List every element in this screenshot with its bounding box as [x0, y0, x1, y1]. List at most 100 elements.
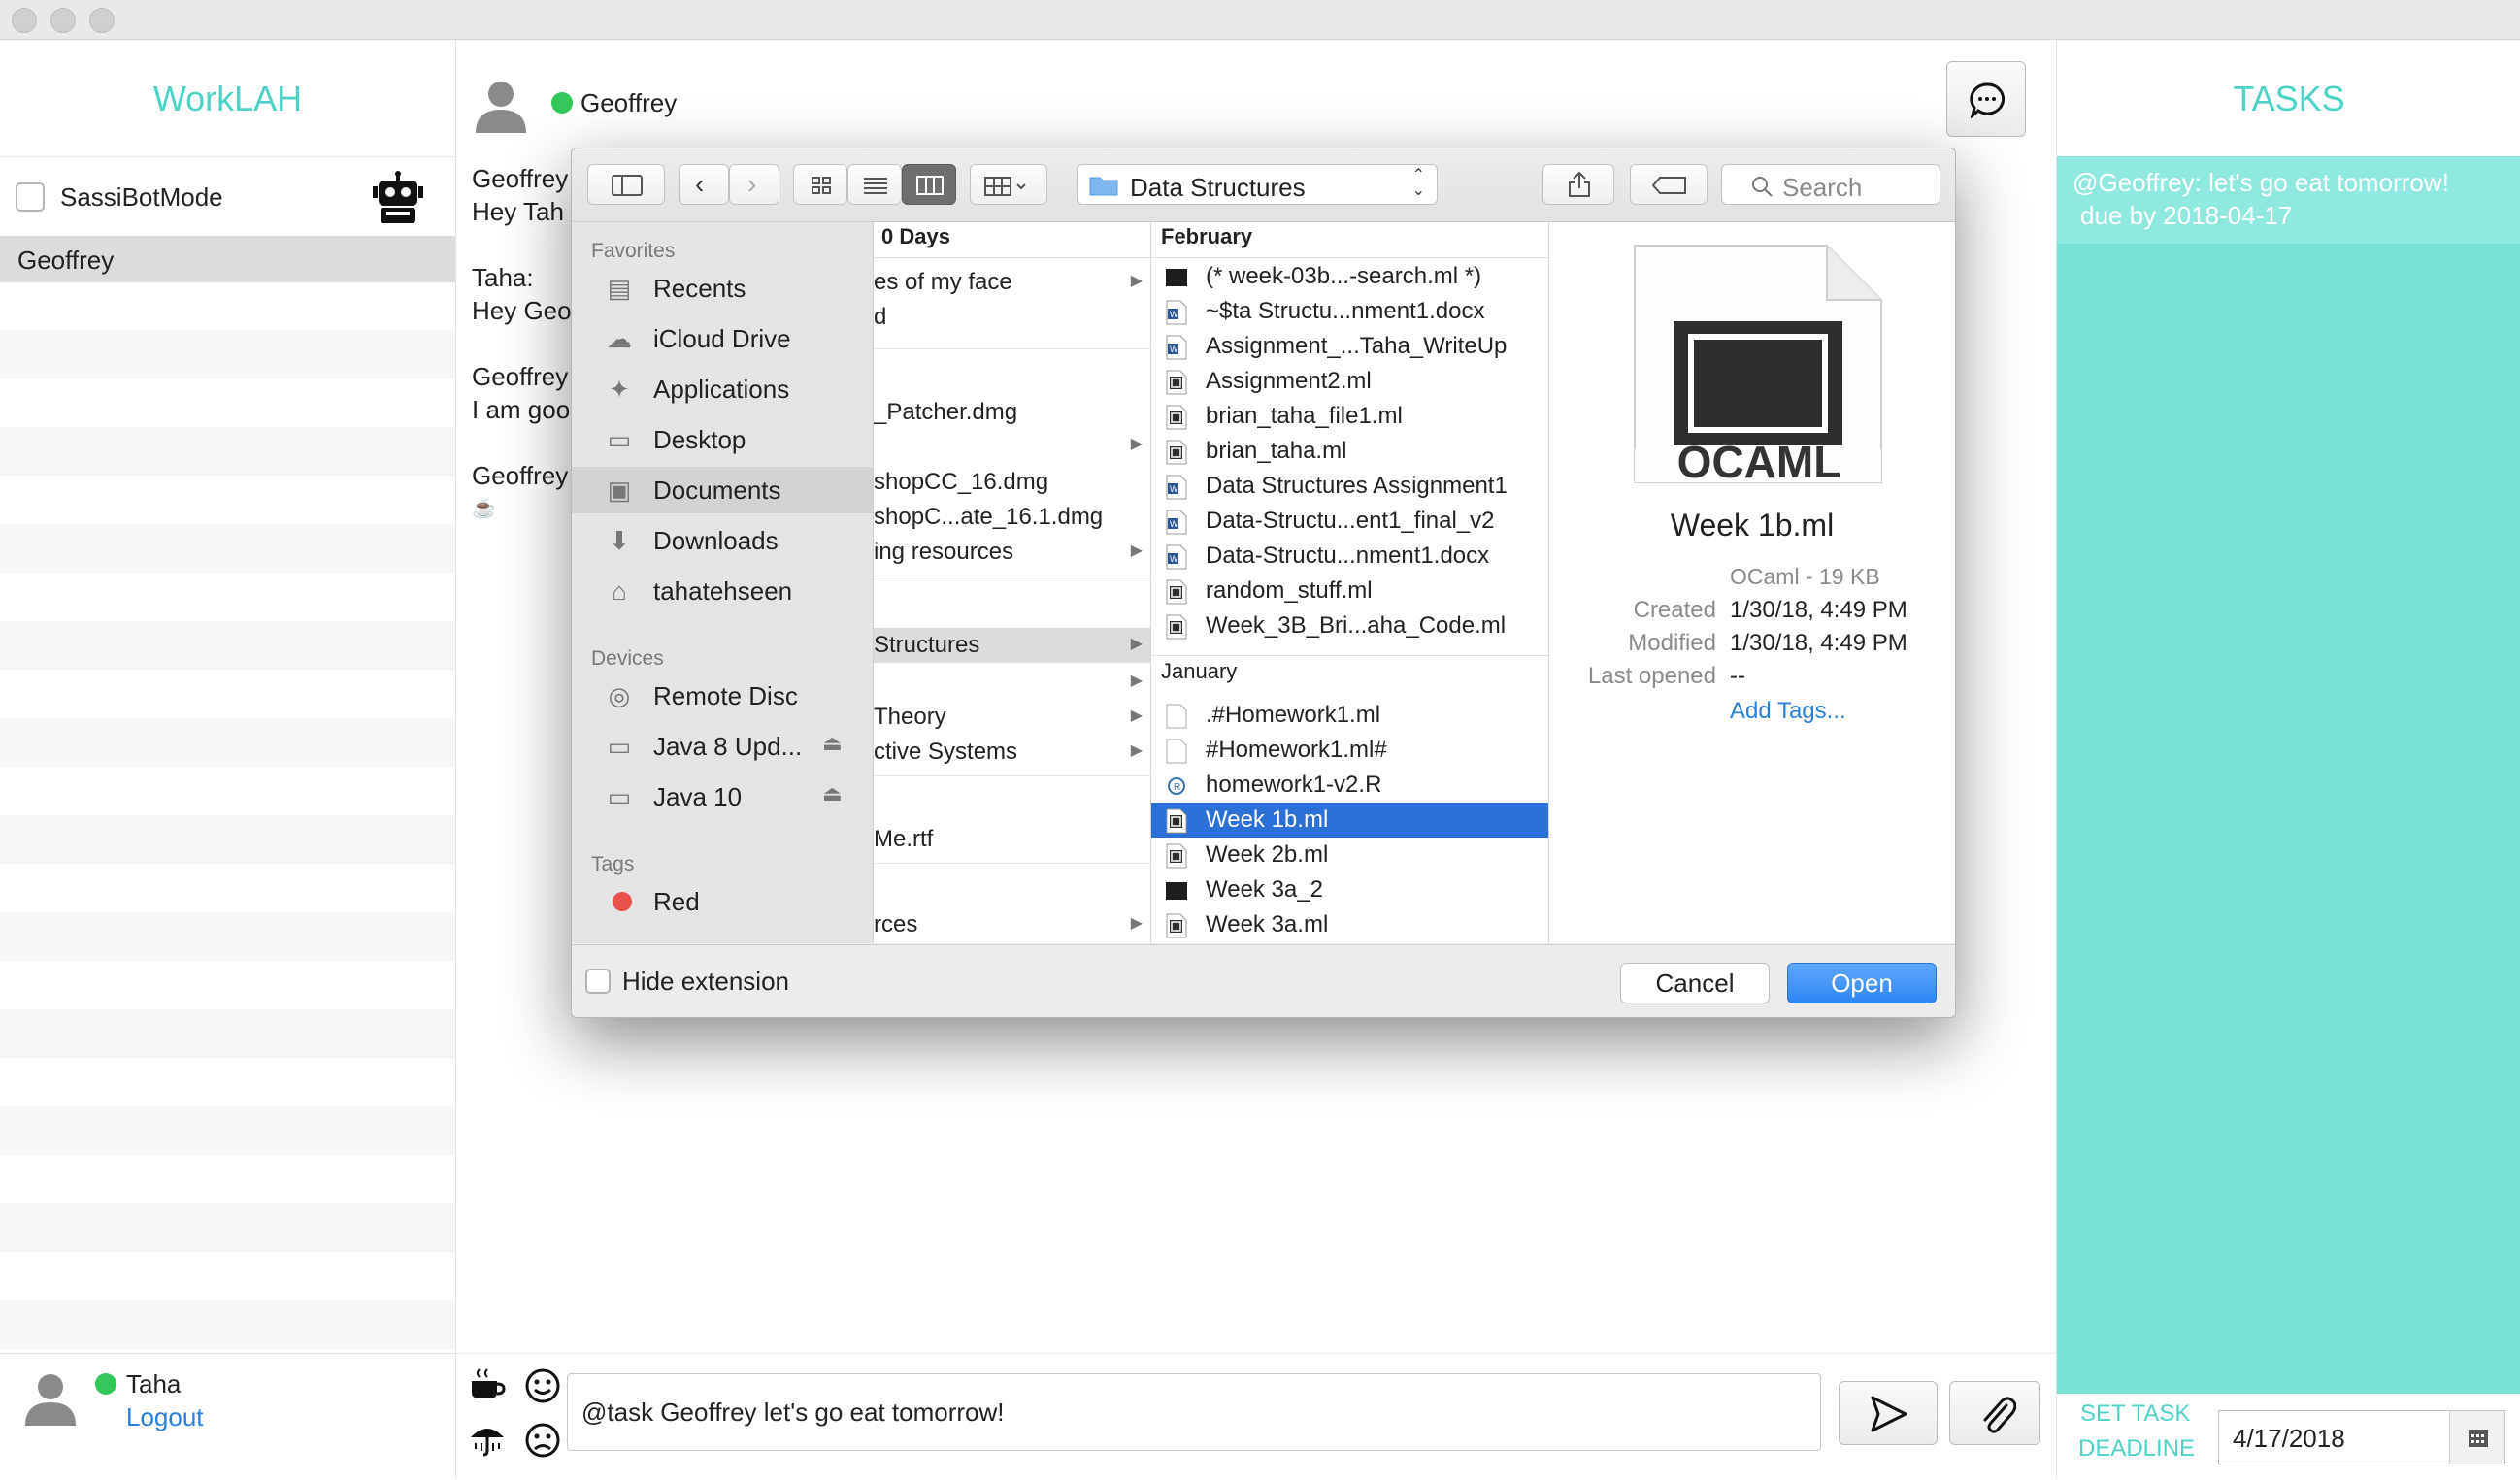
- file-row[interactable]: (* week-03b...-search.ml *): [1151, 259, 1548, 294]
- sidebar-item-home[interactable]: ⌂ tahatehseen: [572, 568, 873, 614]
- sidebar-item-recents[interactable]: ▤ Recents: [572, 265, 873, 312]
- zoom-window-button[interactable]: [89, 8, 115, 33]
- file-row[interactable]: Week_3B_Bri...aha_Code.ml: [1151, 608, 1548, 643]
- file-icon: [1165, 440, 1188, 465]
- icon-view-button[interactable]: [793, 164, 847, 205]
- file-name: Week 1b.ml: [1206, 806, 1329, 833]
- file-row[interactable]: .#Homework1.ml: [1151, 698, 1548, 733]
- list-item[interactable]: shopCC_16.dmg: [874, 465, 1150, 500]
- sidebar-item-documents[interactable]: ▣ Documents: [572, 467, 873, 513]
- new-chat-button[interactable]: [1946, 61, 2026, 137]
- deadline-date-picker[interactable]: 4/17/2018: [2218, 1410, 2505, 1464]
- sidebar-item-icloud-drive[interactable]: ☁ iCloud Drive: [572, 315, 873, 362]
- file-row[interactable]: Rhomework1-v2.R: [1151, 768, 1548, 803]
- file-row[interactable]: W Data-Structu...ent1_final_v2: [1151, 504, 1548, 539]
- file-row[interactable]: Week 2b.ml: [1151, 838, 1548, 872]
- list-item[interactable]: d: [874, 300, 1150, 335]
- column-view-button[interactable]: [902, 164, 956, 205]
- forward-button[interactable]: ›: [729, 164, 779, 205]
- list-item[interactable]: ▶: [874, 428, 1150, 463]
- share-button[interactable]: [1542, 164, 1614, 205]
- message-sender: Geoffrey: [472, 164, 569, 193]
- close-window-button[interactable]: [12, 8, 37, 33]
- file-row[interactable]: random_stuff.ml: [1151, 574, 1548, 608]
- cloud-icon: ☁: [607, 324, 632, 353]
- app-title: WorkLAH: [152, 79, 303, 118]
- file-row[interactable]: Week 3a_2: [1151, 872, 1548, 907]
- list-item[interactable]: ▶: [874, 665, 1150, 700]
- svg-text:W: W: [1170, 484, 1178, 494]
- file-row[interactable]: brian_taha_file1.ml: [1151, 399, 1548, 434]
- tasks-panel: TASKS @Geoffrey: let's go eat tomorrow! …: [2056, 40, 2520, 1479]
- minimize-window-button[interactable]: [50, 8, 76, 33]
- list-item[interactable]: Me.rtf: [874, 822, 1150, 857]
- list-view-button[interactable]: [847, 164, 902, 205]
- file-row[interactable]: W Assignment_...Taha_WriteUp: [1151, 329, 1548, 364]
- file-name: Week 2b.ml: [1206, 841, 1329, 868]
- send-button[interactable]: [1839, 1381, 1938, 1445]
- sad-face-icon[interactable]: [524, 1422, 561, 1459]
- sidebar-item-tag-red[interactable]: Red: [572, 878, 873, 925]
- list-item[interactable]: Theory ▶: [874, 700, 1150, 735]
- list-item[interactable]: rces ▶: [874, 907, 1150, 942]
- list-item[interactable]: _Patcher.dmg: [874, 395, 1150, 430]
- list-icon: [864, 178, 887, 194]
- list-stripe: [0, 330, 455, 378]
- sidebar-item-label: Documents: [653, 476, 781, 505]
- smiley-icon[interactable]: [524, 1367, 561, 1404]
- list-item[interactable]: es of my face ▶: [874, 265, 1150, 300]
- umbrella-icon[interactable]: [468, 1420, 507, 1459]
- deadline-label: DEADLINE: [2078, 1435, 2196, 1462]
- attach-file-button[interactable]: [1949, 1381, 2040, 1445]
- sidebar-item-java-8[interactable]: ▭ Java 8 Upd... ⏏: [572, 723, 873, 770]
- list-item[interactable]: ctive Systems ▶: [874, 735, 1150, 770]
- file-row[interactable]: brian_taha.ml: [1151, 434, 1548, 469]
- message-sender: Geoffrey: [472, 362, 569, 391]
- current-user-name: Taha: [126, 1369, 182, 1398]
- sidebar-item-downloads[interactable]: ⬇ Downloads: [572, 517, 873, 564]
- sidebar-item-applications[interactable]: ✦ Applications: [572, 366, 873, 412]
- message-input-value: @task Geoffrey let's go eat tomorrow!: [581, 1398, 1005, 1427]
- sidebar-toggle-button[interactable]: [587, 164, 665, 205]
- hide-extension-label: Hide extension: [622, 967, 789, 996]
- cancel-button[interactable]: Cancel: [1620, 963, 1770, 1003]
- file-row[interactable]: W Data Structures Assignment1: [1151, 469, 1548, 504]
- open-button[interactable]: Open: [1787, 963, 1937, 1003]
- file-row[interactable]: #Homework1.ml#: [1151, 733, 1548, 768]
- file-row[interactable]: Assignment2.ml: [1151, 364, 1548, 399]
- sidebar-item-desktop[interactable]: ▭ Desktop: [572, 416, 873, 463]
- eject-icon[interactable]: ⏏: [822, 781, 843, 806]
- contact-item-geoffrey[interactable]: Geoffrey: [0, 236, 455, 282]
- eject-icon[interactable]: ⏏: [822, 731, 843, 756]
- file-row[interactable]: W Data-Structu...nment1.docx: [1151, 539, 1548, 574]
- sidebar-item-remote-disc[interactable]: ◎ Remote Disc: [572, 673, 873, 719]
- sidebar-item-label: Applications: [653, 375, 790, 404]
- tag-button[interactable]: [1630, 164, 1708, 205]
- logout-link[interactable]: Logout: [126, 1402, 204, 1432]
- search-field[interactable]: Search: [1721, 164, 1940, 205]
- calendar-button[interactable]: [2449, 1411, 2504, 1464]
- file-row-selected[interactable]: Week 1b.ml: [1151, 803, 1548, 838]
- coffee-icon[interactable]: [468, 1367, 507, 1402]
- list-item[interactable]: ing resources ▶: [874, 535, 1150, 570]
- file-row[interactable]: Week 3a.ml: [1151, 907, 1548, 942]
- message-input[interactable]: @task Geoffrey let's go eat tomorrow!: [567, 1373, 1821, 1451]
- file-name: Week 3a_2: [1206, 876, 1323, 903]
- hide-extension-checkbox[interactable]: [585, 969, 611, 994]
- file-name: brian_taha.ml: [1206, 438, 1347, 464]
- recents-icon: ▤: [607, 274, 632, 303]
- list-item-selected[interactable]: Structures ▶: [874, 628, 1150, 663]
- list-item[interactable]: shopC...ate_16.1.dmg: [874, 500, 1150, 535]
- task-item[interactable]: @Geoffrey: let's go eat tomorrow! due by…: [2057, 156, 2520, 244]
- sidebar-item-java-10[interactable]: ▭ Java 10 ⏏: [572, 773, 873, 820]
- location-popup[interactable]: Data Structures ⌃ ⌄: [1077, 164, 1438, 205]
- back-button[interactable]: ‹: [679, 164, 729, 205]
- add-tags-link[interactable]: Add Tags...: [1730, 698, 1846, 725]
- group-view-button[interactable]: [970, 164, 1047, 205]
- bot-mode-checkbox[interactable]: [16, 182, 45, 212]
- svg-text:W: W: [1170, 519, 1178, 529]
- preview-file-name: Week 1b.ml: [1670, 508, 1835, 543]
- file-name: (* week-03b...-search.ml *): [1206, 263, 1482, 289]
- file-name: Data Structures Assignment1: [1206, 473, 1508, 499]
- file-row[interactable]: W ~$ta Structu...nment1.docx: [1151, 294, 1548, 329]
